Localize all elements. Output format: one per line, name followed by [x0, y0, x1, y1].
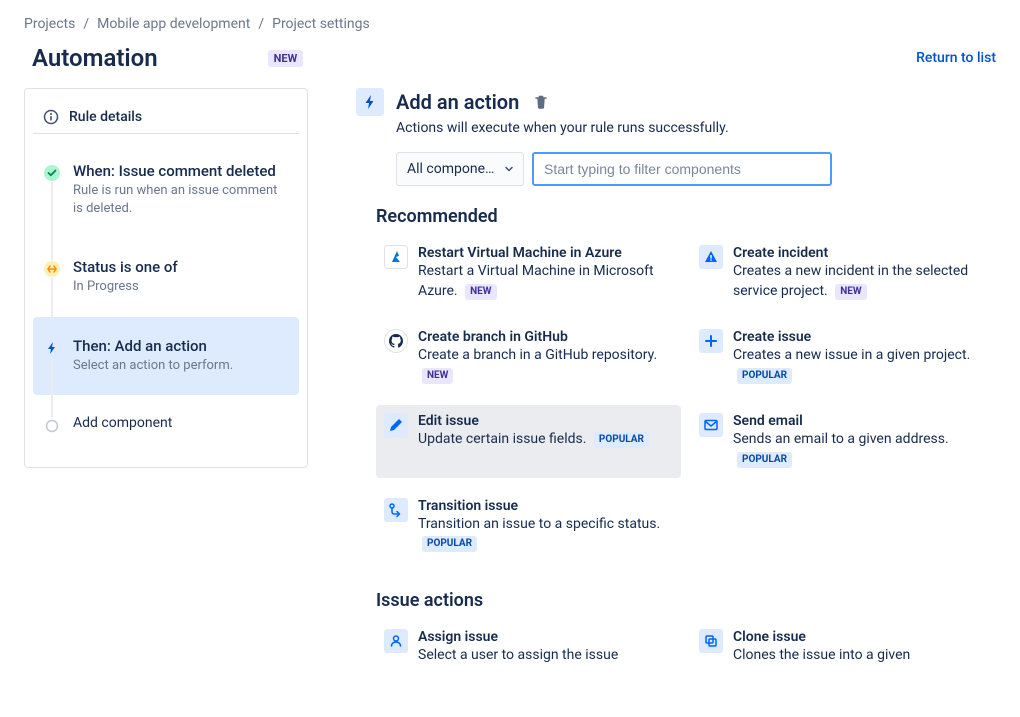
section-issue-actions-title: Issue actions [376, 590, 996, 611]
bolt-icon [356, 88, 384, 116]
user-icon [384, 629, 408, 653]
popular-badge: POPULAR [422, 536, 477, 552]
popular-badge: POPULAR [737, 452, 792, 468]
action-assign-issue[interactable]: Assign issue Select a user to assign the… [376, 621, 681, 674]
card-title: Clone issue [733, 629, 988, 645]
step-trigger[interactable]: When: Issue comment deleted Rule is run … [33, 142, 299, 238]
card-title: Transition issue [418, 498, 673, 514]
step-title: When: Issue comment deleted [73, 162, 289, 180]
empty-circle-icon [43, 417, 61, 435]
popular-badge: POPULAR [594, 432, 649, 448]
card-desc: Creates a new incident in the selected s… [733, 262, 988, 301]
card-desc: Update certain issue fields. POPULAR [418, 430, 673, 450]
breadcrumb: Projects / Mobile app development / Proj… [24, 16, 996, 32]
breadcrumb-mobile-app[interactable]: Mobile app development [97, 16, 250, 32]
step-add-component[interactable]: Add component [33, 395, 299, 455]
azure-icon [384, 245, 408, 269]
action-create-branch-github[interactable]: Create branch in GitHub Create a branch … [376, 321, 681, 393]
main-panel: Add an action Actions will execute when … [356, 88, 996, 701]
popular-badge: POPULAR [737, 368, 792, 384]
info-icon [43, 109, 59, 125]
step-condition[interactable]: Status is one of In Progress [33, 238, 299, 316]
action-create-issue[interactable]: Create issue Creates a new issue in a gi… [691, 321, 996, 393]
card-desc: Select a user to assign the issue [418, 646, 673, 666]
card-desc: Sends an email to a given address. POPUL… [733, 430, 988, 469]
copy-icon [699, 629, 723, 653]
rule-details-header[interactable]: Rule details [33, 101, 299, 134]
new-badge: NEW [268, 50, 304, 67]
main-title: Add an action [396, 90, 519, 114]
action-clone-issue[interactable]: Clone issue Clones the issue into a give… [691, 621, 996, 674]
step-title: Status is one of [73, 258, 289, 276]
card-desc: Clones the issue into a given [733, 646, 988, 666]
bolt-icon [43, 339, 61, 357]
card-title: Send email [733, 413, 988, 429]
card-desc: Restart a Virtual Machine in Microsoft A… [418, 262, 673, 301]
rule-sidebar: Rule details When: Issue comment deleted… [24, 88, 308, 468]
card-title: Create branch in GitHub [418, 329, 673, 345]
component-filter-dropdown[interactable]: All compone… [396, 152, 524, 186]
new-badge: NEW [465, 284, 496, 300]
action-transition-issue[interactable]: Transition issue Transition an issue to … [376, 490, 681, 562]
card-title: Assign issue [418, 629, 673, 645]
page-title: Automation [32, 44, 158, 72]
trash-icon[interactable] [533, 94, 549, 110]
action-restart-azure-vm[interactable]: Restart Virtual Machine in Azure Restart… [376, 237, 681, 309]
breadcrumb-project-settings[interactable]: Project settings [272, 16, 370, 32]
breadcrumb-sep: / [83, 16, 89, 32]
card-desc: Creates a new issue in a given project. … [733, 346, 988, 385]
card-desc: Transition an issue to a specific status… [418, 515, 673, 554]
card-title: Edit issue [418, 413, 673, 429]
step-desc: Rule is run when an issue comment is del… [73, 182, 289, 218]
chevron-down-icon [503, 163, 515, 175]
step-title: Then: Add an action [73, 337, 289, 355]
step-action[interactable]: Then: Add an action Select an action to … [33, 317, 299, 395]
card-title: Create issue [733, 329, 988, 345]
card-title: Restart Virtual Machine in Azure [418, 245, 673, 261]
step-desc: Select an action to perform. [73, 357, 289, 375]
rule-details-label: Rule details [69, 109, 142, 125]
email-icon [699, 413, 723, 437]
step-desc: In Progress [73, 278, 289, 296]
pencil-icon [384, 413, 408, 437]
new-badge: NEW [422, 368, 453, 384]
card-title: Create incident [733, 245, 988, 261]
warning-icon [699, 245, 723, 269]
main-subtitle: Actions will execute when your rule runs… [396, 120, 996, 136]
action-edit-issue[interactable]: Edit issue Update certain issue fields. … [376, 405, 681, 477]
condition-icon [43, 260, 61, 278]
check-circle-icon [43, 164, 61, 182]
action-send-email[interactable]: Send email Sends an email to a given add… [691, 405, 996, 477]
step-title: Add component [73, 415, 289, 431]
action-create-incident[interactable]: Create incident Creates a new incident i… [691, 237, 996, 309]
section-recommended-title: Recommended [376, 206, 996, 227]
dropdown-label: All compone… [407, 161, 494, 177]
breadcrumb-projects[interactable]: Projects [24, 16, 75, 32]
return-to-list-link[interactable]: Return to list [916, 50, 996, 66]
card-desc: Create a branch in a GitHub repository. … [418, 346, 673, 385]
breadcrumb-sep: / [258, 16, 264, 32]
plus-icon [699, 329, 723, 353]
component-search-input[interactable] [532, 152, 832, 186]
transition-icon [384, 498, 408, 522]
new-badge: NEW [835, 284, 866, 300]
github-icon [384, 329, 408, 353]
